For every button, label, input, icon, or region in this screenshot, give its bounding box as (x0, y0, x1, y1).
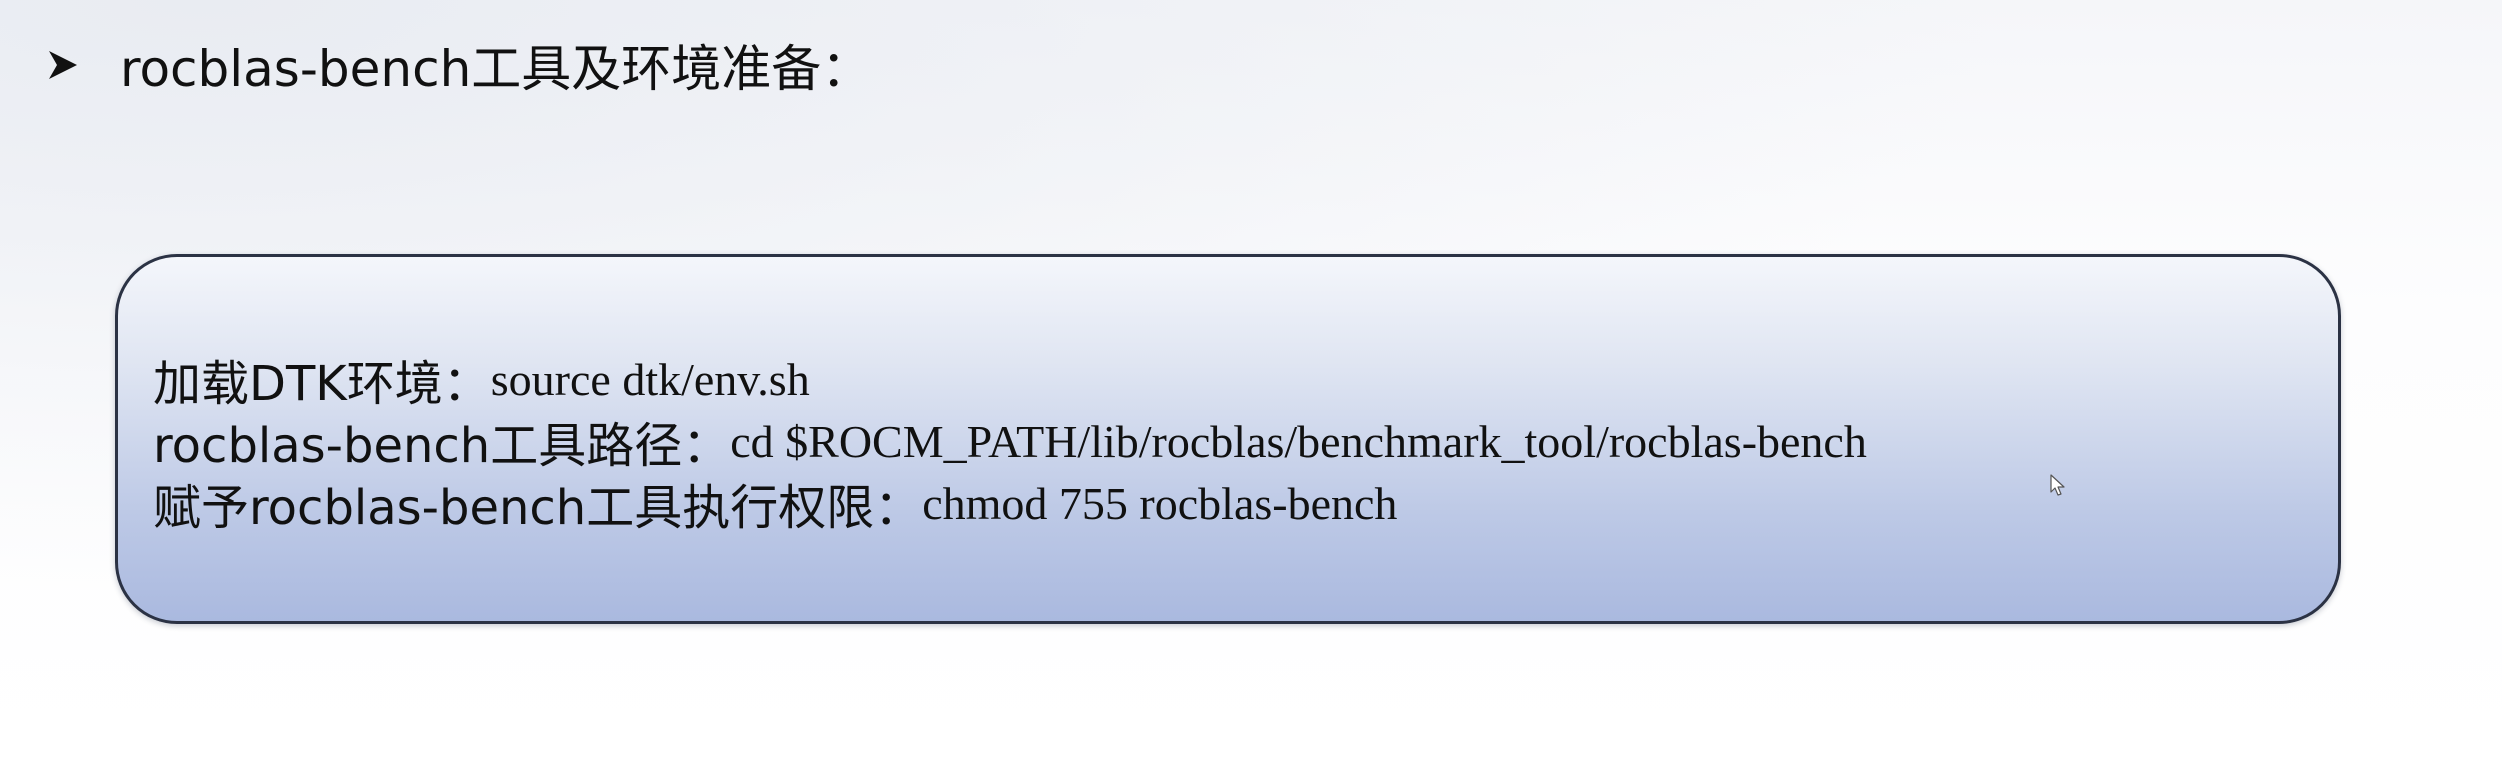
heading-text: rocblas-bench工具及环境准备： (120, 40, 872, 98)
mouse-pointer-icon (2050, 474, 2065, 496)
instruction-command: cd $ROCM_PATH/lib/rocblas/benchmark_tool… (730, 415, 1867, 467)
instruction-command: chmod 755 rocblas-bench (922, 477, 1398, 529)
instruction-line-permissions: 赋予rocblas-bench工具执行权限： chmod 755 rocblas… (153, 472, 1867, 537)
instruction-label: 赋予rocblas-bench工具执行权限： (153, 480, 923, 536)
instruction-line-load-env: 加载DTK环境： source dtk/env.sh (153, 348, 1867, 413)
instructions-list: 加载DTK环境： source dtk/env.sh rocblas-bench… (153, 348, 1867, 537)
arrowhead-bullet-icon (49, 51, 77, 79)
slide: rocblas-bench工具及环境准备： 加载DTK环境： source dt… (0, 0, 2502, 770)
instruction-command: source dtk/env.sh (490, 353, 810, 405)
section-heading: rocblas-bench工具及环境准备： (46, 30, 871, 100)
instruction-line-tool-path: rocblas-bench工具路径： cd $ROCM_PATH/lib/roc… (153, 410, 1867, 475)
instruction-label: 加载DTK环境： (153, 356, 491, 412)
instruction-label: rocblas-bench工具路径： (153, 418, 731, 474)
